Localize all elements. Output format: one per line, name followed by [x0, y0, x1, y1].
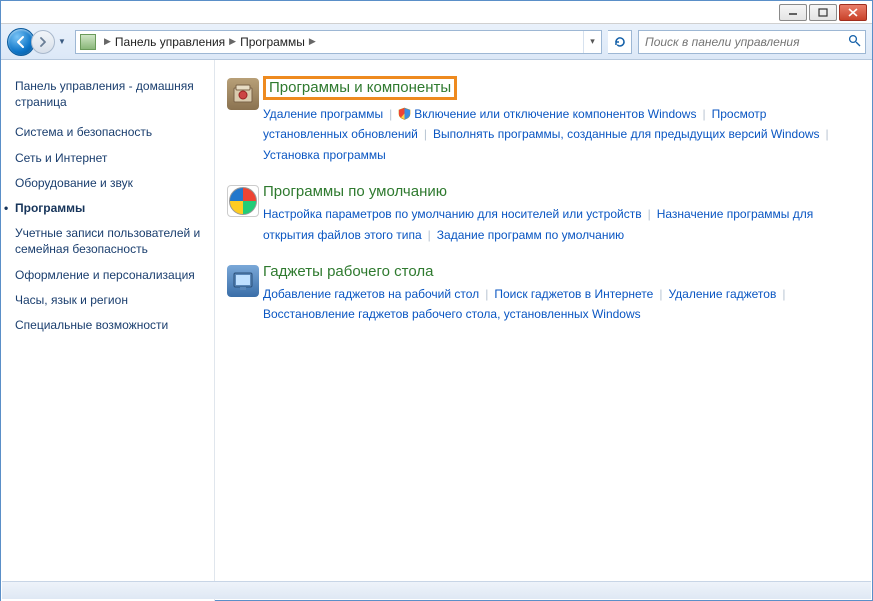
category-heading[interactable]: Гаджеты рабочего стола — [263, 263, 433, 280]
forward-button[interactable] — [31, 30, 55, 54]
sidebar-item[interactable]: Система и безопасность — [15, 124, 206, 140]
close-button[interactable] — [839, 4, 867, 21]
task-link[interactable]: Выполнять программы, созданные для преды… — [433, 127, 820, 141]
category-section: Программы по умолчанию Настройка параметр… — [223, 183, 854, 245]
task-link[interactable]: Задание программ по умолчанию — [437, 228, 624, 242]
breadcrumb-root[interactable]: Панель управления — [115, 35, 225, 49]
category-section: Программы и компоненты Удаление программы… — [223, 76, 854, 165]
sidebar-item[interactable]: Учетные записи пользователей и семейная … — [15, 225, 206, 257]
navigation-bar: ▼ ▶ Панель управления ▶ Программы ▶ ▾ — [1, 24, 872, 60]
minimize-button[interactable] — [779, 4, 807, 21]
window-titlebar — [1, 1, 872, 24]
control-panel-icon — [80, 34, 96, 50]
task-link[interactable]: Добавление гаджетов на рабочий стол — [263, 287, 479, 301]
maximize-button[interactable] — [809, 4, 837, 21]
task-link[interactable]: Установка программы — [263, 148, 386, 162]
main-content: Программы и компоненты Удаление программы… — [215, 60, 872, 601]
separator: | — [424, 127, 427, 141]
search-box[interactable] — [638, 30, 866, 54]
sidebar-item[interactable]: Часы, язык и регион — [15, 292, 206, 308]
task-links: Удаление программы | Включение или отключе… — [263, 104, 854, 165]
task-link[interactable]: Удаление программы — [263, 107, 383, 121]
separator: | — [659, 287, 662, 301]
chevron-right-icon[interactable]: ▶ — [309, 36, 316, 47]
task-links: Добавление гаджетов на рабочий стол | Поис… — [263, 284, 854, 325]
chevron-right-icon[interactable]: ▶ — [229, 36, 236, 47]
refresh-button[interactable] — [608, 30, 632, 54]
task-link[interactable]: Включение или отключение компонентов Win… — [398, 107, 696, 121]
task-link[interactable]: Восстановление гаджетов рабочего стола, … — [263, 307, 641, 321]
category-heading[interactable]: Программы по умолчанию — [263, 183, 447, 200]
sidebar-item[interactable]: Программы — [15, 200, 206, 216]
sidebar-item[interactable]: Сеть и Интернет — [15, 150, 206, 166]
default-programs-icon[interactable] — [223, 183, 263, 245]
search-icon[interactable] — [848, 34, 861, 50]
separator: | — [428, 228, 431, 242]
task-links: Настройка параметров по умолчанию для но… — [263, 204, 854, 245]
search-input[interactable] — [643, 34, 848, 50]
chevron-right-icon[interactable]: ▶ — [104, 36, 111, 47]
control-panel-home-link[interactable]: Панель управления - домашняя страница — [15, 78, 206, 110]
history-dropdown[interactable]: ▼ — [55, 30, 69, 54]
separator: | — [826, 127, 829, 141]
breadcrumb-current[interactable]: Программы — [240, 35, 305, 49]
task-link[interactable]: Удаление гаджетов — [668, 287, 776, 301]
sidebar: Панель управления - домашняя страница Си… — [1, 60, 215, 601]
separator: | — [389, 107, 392, 121]
separator: | — [648, 207, 651, 221]
separator: | — [485, 287, 488, 301]
task-link[interactable]: Поиск гаджетов в Интернете — [494, 287, 653, 301]
task-link[interactable]: Настройка параметров по умолчанию для но… — [263, 207, 642, 221]
separator: | — [782, 287, 785, 301]
sidebar-item[interactable]: Оборудование и звук — [15, 175, 206, 191]
separator: | — [702, 107, 705, 121]
sidebar-item[interactable]: Специальные возможности — [15, 317, 206, 333]
category-section: Гаджеты рабочего стола Добавление гаджето… — [223, 263, 854, 325]
gadgets-icon[interactable] — [223, 263, 263, 325]
address-dropdown[interactable]: ▾ — [583, 31, 601, 53]
sidebar-item[interactable]: Оформление и персонализация — [15, 267, 206, 283]
status-bar — [2, 581, 871, 599]
program-box-icon[interactable] — [223, 76, 263, 165]
category-heading[interactable]: Программы и компоненты — [263, 76, 457, 100]
breadcrumb-bar[interactable]: ▶ Панель управления ▶ Программы ▶ ▾ — [75, 30, 602, 54]
